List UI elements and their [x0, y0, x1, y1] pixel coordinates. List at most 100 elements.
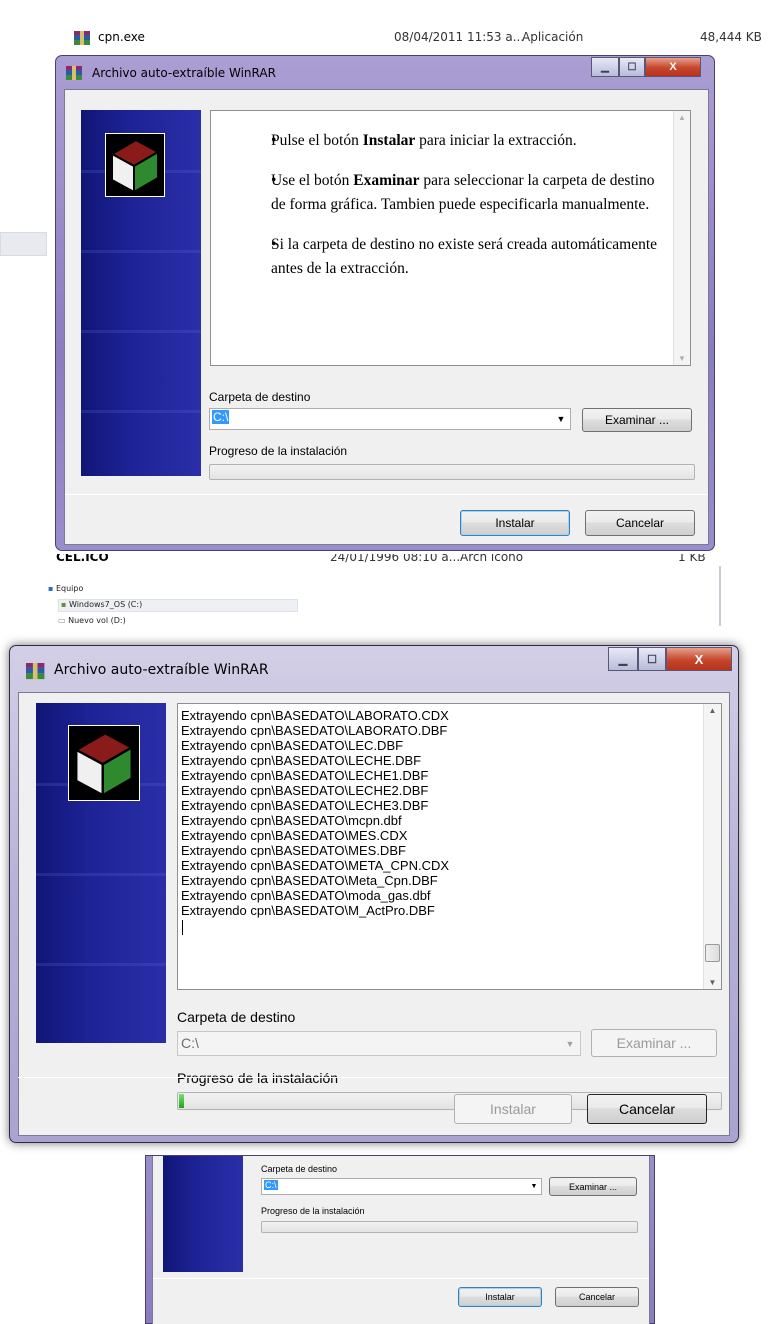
nav-item-nuevo-vol[interactable]: ▭ Nuevo vol (D:) — [58, 616, 126, 625]
winrar-file-icon — [74, 31, 90, 45]
window-title: Archivo auto-extraíble WinRAR — [54, 662, 269, 678]
winrar-box-logo — [68, 725, 140, 801]
maximize-icon: ☐ — [627, 61, 637, 73]
box-icon — [73, 731, 135, 798]
nav-item-windows[interactable]: ▪ Windows7_OS (C:) — [58, 599, 298, 612]
dropdown-arrow-icon[interactable]: ▼ — [560, 1032, 580, 1055]
maximize-icon: ☐ — [647, 653, 657, 666]
explorer-divider — [719, 566, 721, 626]
log-line: Extrayendo cpn\BASEDATO\LECHE3.DBF — [181, 798, 429, 813]
cancel-button[interactable]: Cancelar — [585, 510, 695, 536]
file-size: 1 KB — [678, 554, 706, 564]
button-separator — [153, 1278, 649, 1279]
dropdown-arrow-icon[interactable]: ▼ — [552, 409, 570, 429]
minimize-button[interactable]: ▁ — [608, 647, 638, 671]
browse-button[interactable]: Examinar ... — [549, 1177, 637, 1196]
side-banner — [163, 1156, 243, 1272]
log-line: Extrayendo cpn\BASEDATO\LECHE1.DBF — [181, 768, 429, 783]
vertical-scrollbar[interactable]: ▲ ▼ — [703, 704, 721, 989]
explorer-file-row-cel[interactable]: CEL.ICO 24/01/1996 08:10 a... Arch icono… — [56, 554, 771, 568]
scroll-thumb[interactable] — [705, 944, 720, 962]
caption-buttons: ▁ ☐ X — [591, 57, 703, 77]
close-button[interactable]: X — [645, 57, 701, 77]
instruction-item: Use el botón Examinar para seleccionar l… — [255, 169, 660, 217]
dest-folder-label: Carpeta de destino — [209, 390, 311, 404]
scroll-up-icon[interactable]: ▲ — [674, 113, 690, 122]
file-name: CEL.ICO — [56, 554, 109, 564]
window-title: Archivo auto-extraíble WinRAR — [92, 66, 276, 80]
maximize-button[interactable]: ☐ — [619, 57, 645, 77]
winrar-dialog-initial: Archivo auto-extraíble WinRAR ▁ ☐ X Puls… — [55, 55, 715, 551]
minimize-icon: ▁ — [601, 61, 609, 73]
extraction-log-box[interactable]: Extrayendo cpn\BASEDATO\LABORATO.CDX Extr… — [177, 703, 722, 990]
close-icon: X — [694, 651, 704, 667]
file-size: 48,444 KB — [700, 30, 762, 44]
progress-label: Progreso de la instalación — [177, 1070, 339, 1086]
dest-folder-combo[interactable]: C:\ ▼ — [177, 1031, 581, 1056]
file-type: Arch icono — [460, 554, 524, 564]
drive-icon: ▪ — [61, 600, 67, 609]
log-line: Extrayendo cpn\BASEDATO\Meta_Cpn.DBF — [181, 873, 438, 888]
file-type: Aplicación — [522, 30, 584, 44]
log-line: Extrayendo cpn\BASEDATO\META_CPN.CDX — [181, 858, 450, 873]
install-button[interactable]: Instalar — [454, 1094, 572, 1124]
dest-folder-label: Carpeta de destino — [261, 1164, 338, 1174]
minimize-button[interactable]: ▁ — [591, 57, 619, 77]
instructions-box: Pulse el botón Instalar para iniciar la … — [210, 110, 691, 366]
winrar-dialog-small: Carpeta de destino C:\ ▼ Examinar ... Pr… — [145, 1155, 655, 1324]
button-separator — [65, 494, 708, 495]
vertical-scrollbar[interactable]: ▲ ▼ — [673, 111, 690, 365]
side-banner — [81, 110, 201, 476]
minimize-icon: ▁ — [618, 653, 628, 666]
drive-icon: ▭ — [58, 616, 66, 625]
explorer-nav-pane: ▪ Equipo ▪ Windows7_OS (C:) ▭ Nuevo vol … — [44, 578, 304, 638]
dest-folder-combo[interactable]: C:\ ▼ — [209, 408, 571, 430]
log-line: Extrayendo cpn\BASEDATO\LABORATO.DBF — [181, 723, 448, 738]
log-line: Extrayendo cpn\BASEDATO\LEC.DBF — [181, 738, 404, 753]
file-name: cpn.exe — [98, 30, 145, 44]
cancel-button[interactable]: Cancelar — [587, 1094, 707, 1124]
caption-buttons: ▁ ☐ X — [608, 647, 732, 671]
log-line: Extrayendo cpn\BASEDATO\MES.DBF — [181, 843, 406, 858]
close-icon: X — [669, 61, 677, 73]
progress-label: Progreso de la instalación — [261, 1206, 365, 1216]
scroll-down-icon[interactable]: ▼ — [674, 354, 690, 363]
winrar-dialog-extracting: Archivo auto-extraíble WinRAR ▁ ☐ X Extr… — [9, 645, 739, 1143]
instruction-item: Pulse el botón Instalar para iniciar la … — [255, 129, 660, 153]
dest-folder-value: C:\ — [181, 1035, 199, 1051]
close-button[interactable]: X — [666, 647, 732, 671]
box-icon — [109, 138, 161, 194]
dest-folder-combo[interactable]: C:\ ▼ — [261, 1178, 542, 1195]
scroll-up-icon[interactable]: ▲ — [704, 706, 721, 715]
explorer-left-edge — [0, 232, 47, 256]
install-progress-fill — [179, 1094, 184, 1108]
install-progress-bar — [209, 464, 695, 480]
text-caret — [182, 920, 183, 935]
log-line: Extrayendo cpn\BASEDATO\moda_gas.dbf — [181, 888, 431, 903]
browse-button[interactable]: Examinar ... — [582, 408, 692, 432]
file-date: 24/01/1996 08:10 a... — [330, 554, 461, 564]
scroll-down-icon[interactable]: ▼ — [704, 978, 721, 987]
dest-folder-label: Carpeta de destino — [177, 1009, 296, 1025]
install-button[interactable]: Instalar — [458, 1287, 542, 1307]
instruction-item: Si la carpeta de destino no existe será … — [255, 233, 660, 281]
file-date: 08/04/2011 11:53 a... — [394, 30, 525, 44]
maximize-button[interactable]: ☐ — [638, 647, 666, 671]
progress-label: Progreso de la instalación — [209, 444, 348, 458]
log-line: Extrayendo cpn\BASEDATO\MES.CDX — [181, 828, 408, 843]
install-progress-bar — [261, 1221, 638, 1233]
dialog-client-area: Carpeta de destino C:\ ▼ Examinar ... Pr… — [152, 1156, 650, 1324]
explorer-file-row-cpn[interactable]: cpn.exe 08/04/2011 11:53 a... Aplicación… — [72, 30, 771, 48]
computer-icon: ▪ — [48, 584, 54, 593]
log-line: Extrayendo cpn\BASEDATO\LABORATO.CDX — [181, 708, 449, 723]
side-banner — [36, 703, 166, 1043]
browse-button[interactable]: Examinar ... — [591, 1029, 717, 1057]
nav-item-equipo[interactable]: ▪ Equipo — [48, 584, 83, 593]
dropdown-arrow-icon[interactable]: ▼ — [527, 1179, 541, 1194]
log-line: Extrayendo cpn\BASEDATO\mcpn.dbf — [181, 813, 402, 828]
dialog-client-area: Extrayendo cpn\BASEDATO\LABORATO.CDX Extr… — [18, 692, 730, 1136]
instruction-list: Pulse el botón Instalar para iniciar la … — [255, 129, 660, 281]
log-line: Extrayendo cpn\BASEDATO\M_ActPro.DBF — [181, 903, 435, 918]
cancel-button[interactable]: Cancelar — [555, 1287, 639, 1307]
install-button[interactable]: Instalar — [460, 510, 570, 536]
